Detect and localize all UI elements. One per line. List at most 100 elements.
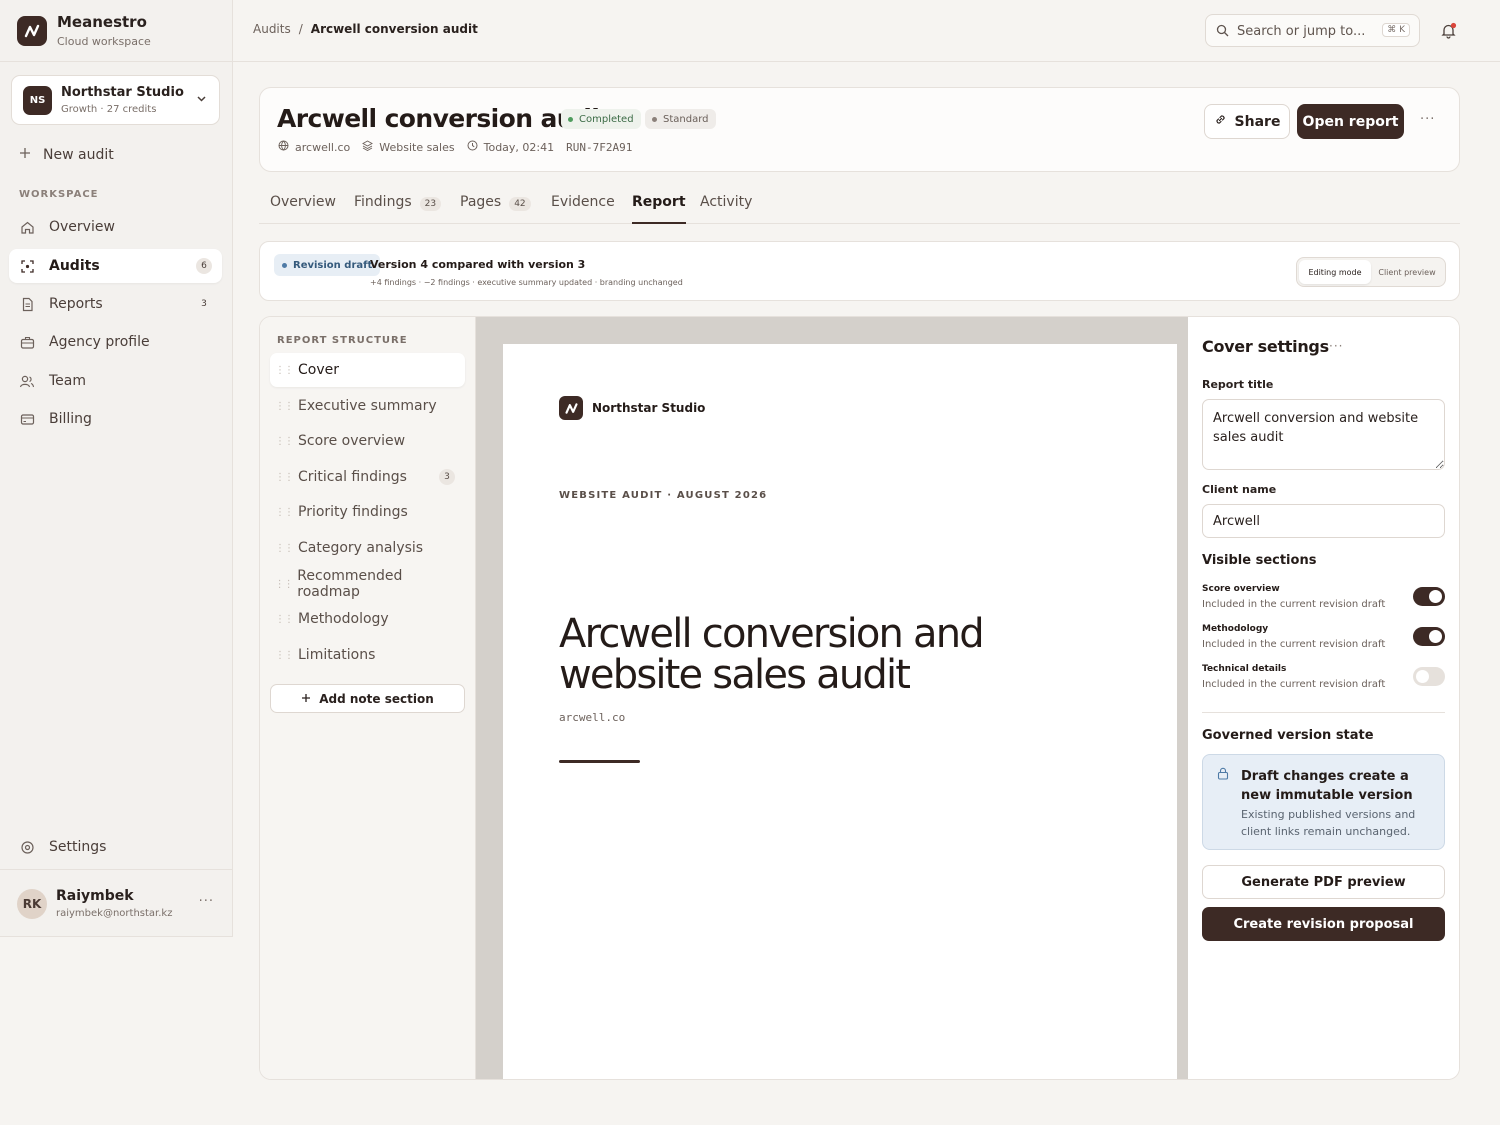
new-audit-button[interactable]: New audit — [19, 147, 114, 163]
sidebar-item-settings[interactable]: Settings — [9, 830, 222, 864]
drag-handle-icon[interactable]: ⋮⋮ — [270, 579, 297, 590]
tab-report[interactable]: Report — [632, 194, 686, 224]
drag-handle-icon[interactable]: ⋮⋮ — [270, 472, 298, 483]
mode-toggle: Editing mode Client preview — [1296, 257, 1446, 287]
run-id: RUN-7F2A91 — [566, 140, 633, 154]
tab-label: Findings — [354, 194, 412, 210]
tab-overview[interactable]: Overview — [270, 194, 336, 224]
tab-count: 23 — [419, 197, 442, 211]
more-actions-icon[interactable]: ··· — [1420, 112, 1435, 127]
revision-banner: Revision draft Version 4 compared with v… — [259, 241, 1460, 301]
toggle-name: Methodology — [1202, 624, 1269, 634]
structure-item-category-analysis[interactable]: ⋮⋮ Category analysis — [270, 531, 465, 565]
user-profile[interactable]: RK Raiymbek raiymbek@northstar.kz ··· — [0, 869, 232, 937]
sidebar-item-agency-profile[interactable]: Agency profile — [9, 325, 222, 359]
create-revision-proposal-button[interactable]: Create revision proposal — [1202, 907, 1445, 941]
audit-meta: arcwell.co Website sales Today, 02:41 RU… — [278, 140, 644, 154]
toggle-desc: Included in the current revision draft — [1202, 679, 1386, 690]
tab-evidence[interactable]: Evidence — [551, 194, 615, 224]
drag-handle-icon[interactable]: ⋮⋮ — [270, 401, 298, 412]
search-shortcut-hint: ⌘ K — [1382, 23, 1410, 37]
more-icon[interactable]: ··· — [199, 894, 214, 909]
status-badge: Completed — [561, 109, 641, 129]
settings-more-icon[interactable]: ··· — [1329, 339, 1343, 353]
section-toggle-technical-details: Technical details Included in the curren… — [1202, 664, 1445, 696]
globe-icon — [278, 140, 289, 154]
sidebar-item-reports[interactable]: Reports 3 — [9, 287, 222, 321]
home-icon — [19, 219, 35, 235]
audits-count-badge: 6 — [196, 258, 212, 274]
plus-icon — [301, 692, 311, 706]
link-icon — [1214, 113, 1227, 130]
sidebar-item-label: Overview — [49, 219, 115, 235]
user-email: raiymbek@northstar.kz — [56, 908, 173, 919]
methodology-toggle[interactable] — [1413, 627, 1445, 646]
report-structure-panel: REPORT STRUCTURE ⋮⋮ Cover ⋮⋮ Executive sum… — [260, 317, 476, 1079]
sidebar-item-label: Audits — [49, 258, 100, 274]
score-overview-toggle[interactable] — [1413, 587, 1445, 606]
breadcrumb-separator: / — [298, 22, 303, 36]
breadcrumb-audits-link[interactable]: Audits — [253, 22, 291, 36]
sidebar-item-billing[interactable]: Billing — [9, 402, 222, 436]
meta-time: Today, 02:41 — [467, 140, 554, 154]
report-title-field[interactable]: Arcwell conversion and website sales aud… — [1202, 399, 1445, 470]
drag-handle-icon[interactable]: ⋮⋮ — [270, 650, 298, 661]
structure-item-critical-findings[interactable]: ⋮⋮ Critical findings 3 — [270, 460, 465, 494]
structure-item-label: Methodology — [298, 611, 389, 627]
revision-title: Version 4 compared with version 3 — [370, 258, 586, 271]
structure-item-priority-findings[interactable]: ⋮⋮ Priority findings — [270, 495, 465, 529]
tab-count: 42 — [509, 197, 531, 211]
sidebar-item-overview[interactable]: Overview — [9, 210, 222, 244]
structure-item-label: Critical findings — [298, 469, 407, 485]
breadcrumb: Audits / Arcwell conversion audit — [253, 22, 478, 36]
app-logo-icon — [17, 16, 47, 46]
client-name-label: Client name — [1202, 483, 1277, 496]
tab-activity[interactable]: Activity — [700, 194, 752, 224]
drag-handle-icon[interactable]: ⋮⋮ — [270, 436, 298, 447]
search-box[interactable]: ⌘ K — [1205, 14, 1420, 47]
sidebar-section-label: WORKSPACE — [19, 189, 99, 200]
editing-mode-option[interactable]: Editing mode — [1299, 260, 1371, 284]
search-input[interactable] — [1237, 21, 1377, 41]
client-preview-option[interactable]: Client preview — [1371, 260, 1443, 284]
structure-item-label: Priority findings — [298, 504, 408, 520]
drag-handle-icon[interactable]: ⋮⋮ — [270, 365, 298, 376]
structure-item-recommended-roadmap[interactable]: ⋮⋮ Recommended roadmap — [270, 567, 465, 601]
meta-domain: arcwell.co — [278, 140, 350, 154]
search-icon — [1216, 24, 1229, 41]
toggle-name: Technical details — [1202, 664, 1287, 674]
tab-label: Overview — [270, 194, 336, 210]
sidebar-item-audits[interactable]: Audits 6 — [9, 249, 222, 283]
open-report-button[interactable]: Open report — [1297, 104, 1404, 139]
structure-item-methodology[interactable]: ⋮⋮ Methodology — [270, 602, 465, 636]
technical-details-toggle[interactable] — [1413, 667, 1445, 686]
report-editor: REPORT STRUCTURE ⋮⋮ Cover ⋮⋮ Executive sum… — [259, 316, 1460, 1080]
tab-pages[interactable]: Pages 42 — [460, 194, 531, 224]
audit-tabs: Overview Findings 23 Pages 42 Evidence Rep… — [259, 186, 1460, 224]
meta-category-text: Website sales — [379, 140, 455, 154]
governed-version-notice: Draft changes create a new immutable ver… — [1202, 754, 1445, 850]
structure-item-limitations[interactable]: ⋮⋮ Limitations — [270, 638, 465, 672]
lock-icon — [1217, 767, 1229, 784]
share-button[interactable]: Share — [1204, 104, 1290, 139]
structure-item-executive-summary[interactable]: ⋮⋮ Executive summary — [270, 389, 465, 423]
drag-handle-icon[interactable]: ⋮⋮ — [270, 507, 298, 518]
drag-handle-icon[interactable]: ⋮⋮ — [270, 614, 298, 625]
tab-findings[interactable]: Findings 23 — [354, 194, 442, 224]
generate-pdf-preview-button[interactable]: Generate PDF preview — [1202, 865, 1445, 899]
tab-label: Pages — [460, 194, 502, 210]
cover-domain: arcwell.co — [559, 711, 626, 724]
add-note-section-button[interactable]: Add note section — [270, 684, 465, 713]
structure-item-cover[interactable]: ⋮⋮ Cover — [270, 353, 465, 387]
drag-handle-icon[interactable]: ⋮⋮ — [270, 543, 298, 554]
tab-label: Report — [632, 194, 686, 210]
sidebar: Meanestro Cloud workspace NS Northstar S… — [0, 0, 233, 937]
report-cover-page: Northstar Studio WEBSITE AUDIT · AUGUST … — [503, 344, 1177, 1079]
report-title-label: Report title — [1202, 378, 1274, 391]
sidebar-item-team[interactable]: Team — [9, 364, 222, 398]
client-name-field[interactable] — [1202, 504, 1445, 538]
notifications-bell-icon[interactable] — [1440, 22, 1457, 43]
workspace-switcher[interactable]: NS Northstar Studio Growth · 27 credits — [11, 75, 220, 125]
structure-item-score-overview[interactable]: ⋮⋮ Score overview — [270, 424, 465, 458]
status-badge-label: Completed — [579, 113, 634, 125]
